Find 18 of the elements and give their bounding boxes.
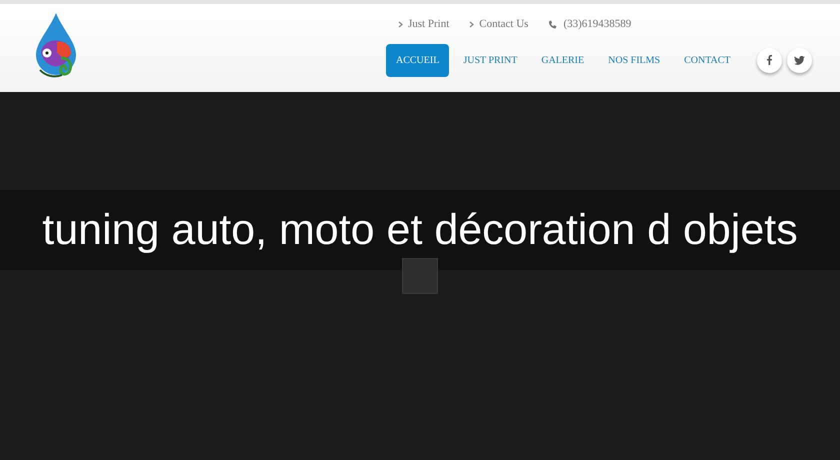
nav-tab[interactable]: ACCUEIL	[386, 44, 450, 76]
chameleon-logo-drawing	[33, 12, 79, 78]
top-link[interactable]: Just Print	[408, 16, 450, 32]
loading-placeholder	[402, 258, 438, 294]
chevron-icon	[398, 20, 403, 28]
facebook-button[interactable]	[756, 48, 782, 72]
phone-number: (33)619438589	[563, 17, 632, 32]
phone-icon	[548, 20, 558, 29]
top-link[interactable]: Contact Us	[479, 16, 528, 32]
twitter-button[interactable]	[786, 48, 812, 72]
bird-icon	[794, 56, 805, 64]
nav-tab[interactable]: NOS FILMS	[598, 44, 670, 76]
nav-tab[interactable]: JUST PRINT	[453, 44, 528, 76]
chevron-icon	[469, 20, 474, 28]
banner-title: tuning auto, moto et décoration d objets	[42, 204, 798, 256]
nav-tab[interactable]: GALERIE	[531, 44, 594, 76]
facebook-icon	[766, 55, 772, 65]
nav-tab[interactable]: CONTACT	[674, 44, 741, 76]
